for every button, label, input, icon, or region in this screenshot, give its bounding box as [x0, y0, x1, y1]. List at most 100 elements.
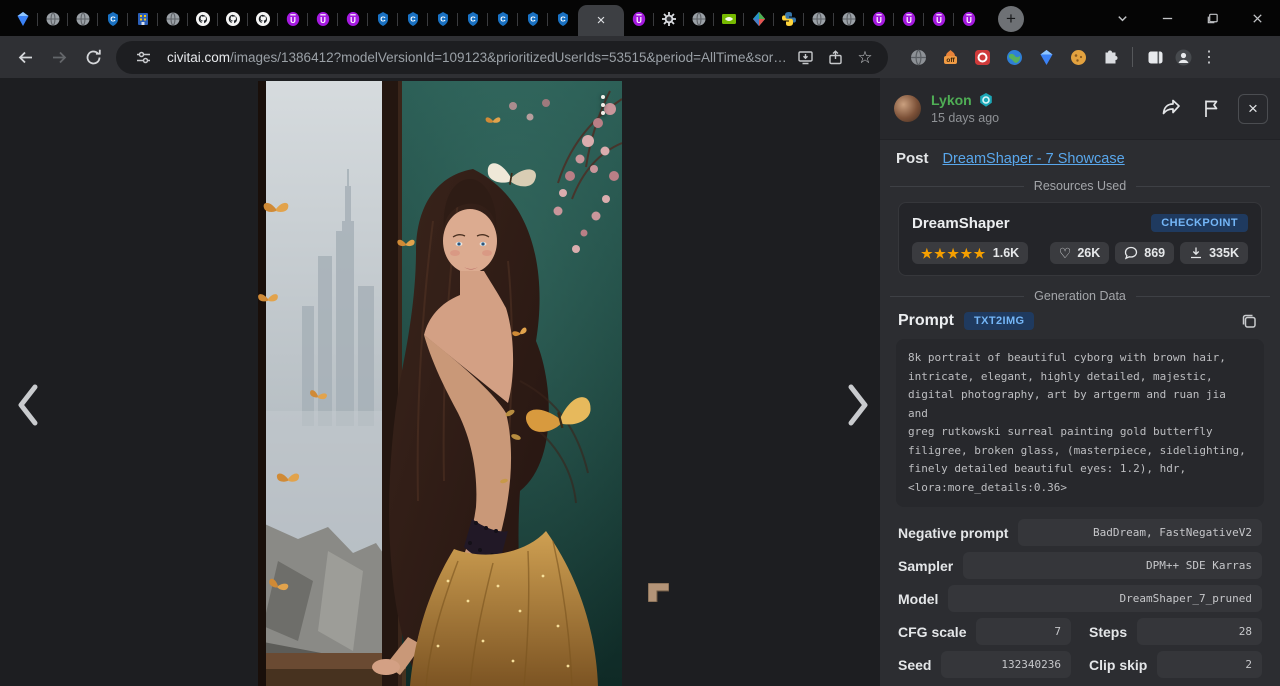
tab-u-purple-icon[interactable]: U: [278, 2, 308, 36]
side-panel-icon[interactable]: [1141, 43, 1169, 71]
gem-extension-icon[interactable]: [1032, 43, 1060, 71]
tab-shield-c-icon[interactable]: C: [548, 2, 578, 36]
negative-prompt-row: Negative prompt BadDream, FastNegativeV2: [898, 519, 1262, 546]
tab-gem-icon[interactable]: [8, 2, 38, 36]
panel-header: Lykon 15 days ago ×: [880, 78, 1280, 140]
address-bar[interactable]: civitai.com/images/1386412?modelVersionI…: [116, 41, 888, 74]
tab-shield-c-icon[interactable]: C: [428, 2, 458, 36]
tab-globe-icon[interactable]: [38, 2, 68, 36]
username-link[interactable]: Lykon: [931, 92, 972, 108]
tab-shield-c-icon[interactable]: C: [368, 2, 398, 36]
site-settings-icon[interactable]: [128, 42, 158, 72]
image-options-kebab-icon[interactable]: [594, 88, 612, 122]
tab-shield-c-icon[interactable]: C: [488, 2, 518, 36]
tab-shield-c-icon[interactable]: C: [98, 2, 128, 36]
generation-section-divider: Generation Data: [880, 289, 1280, 303]
close-panel-button[interactable]: ×: [1238, 94, 1268, 124]
tab-u-purple-icon[interactable]: U: [954, 2, 984, 36]
tab-prism-icon[interactable]: [744, 2, 774, 36]
red-o-extension-icon[interactable]: [968, 43, 996, 71]
svg-text:C: C: [380, 15, 386, 24]
post-timestamp: 15 days ago: [931, 111, 999, 125]
tab-u-purple-icon[interactable]: U: [338, 2, 368, 36]
post-label: Post: [896, 150, 929, 167]
tab-globe-icon[interactable]: [68, 2, 98, 36]
tab-close-icon[interactable]: ×: [597, 13, 606, 28]
toolbar-divider: [1132, 47, 1133, 67]
downloads-count: 335K: [1209, 246, 1239, 260]
tab-nvidia-icon[interactable]: [714, 2, 744, 36]
install-app-icon[interactable]: [790, 42, 820, 72]
tab-python-icon[interactable]: [774, 2, 804, 36]
back-arrow-icon[interactable]: [8, 40, 42, 74]
tab-shield-c-icon[interactable]: C: [458, 2, 488, 36]
tab-u-purple-icon[interactable]: U: [894, 2, 924, 36]
likes-pill[interactable]: ♡ 26K: [1050, 242, 1110, 264]
kebab-menu-icon[interactable]: ⋮: [1197, 47, 1221, 67]
tab-active[interactable]: ×: [578, 5, 624, 36]
tab-shield-c-icon[interactable]: C: [518, 2, 548, 36]
earth-extension-icon[interactable]: [1000, 43, 1028, 71]
tab-globe-icon[interactable]: [804, 2, 834, 36]
copy-icon[interactable]: [1236, 308, 1262, 334]
maximize-icon[interactable]: [1190, 0, 1235, 36]
browser-window: CUUUCCCCCCC×UUUUU + civitai.com/images/1…: [0, 0, 1280, 686]
chevron-right-icon: [843, 383, 873, 427]
tab-gear-icon[interactable]: [654, 2, 684, 36]
tab-u-purple-icon[interactable]: U: [864, 2, 894, 36]
svg-text:U: U: [320, 16, 326, 25]
steps-value: 28: [1137, 618, 1262, 645]
svg-text:U: U: [876, 16, 882, 25]
prompt-label: Prompt: [898, 312, 954, 330]
cookie-extension-icon[interactable]: [1064, 43, 1092, 71]
profile-avatar-icon[interactable]: [1169, 43, 1197, 71]
tab-strip: CUUUCCCCCCC×UUUUU +: [0, 0, 1280, 36]
comments-pill[interactable]: 869: [1115, 242, 1174, 264]
extensions-puzzle-icon[interactable]: [1096, 43, 1124, 71]
close-window-icon[interactable]: [1235, 0, 1280, 36]
forward-arrow-icon[interactable]: [42, 40, 76, 74]
svg-text:off: off: [946, 57, 955, 64]
post-link[interactable]: DreamShaper - 7 Showcase: [943, 151, 1125, 167]
tab-github-icon[interactable]: [218, 2, 248, 36]
rating-pill[interactable]: ★★★★★ 1.6K: [912, 242, 1028, 264]
verified-badge-icon: [978, 92, 994, 108]
tab-u-purple-icon[interactable]: U: [924, 2, 954, 36]
prompt-header: Prompt TXT2IMG: [880, 305, 1280, 339]
artwork-image[interactable]: [258, 81, 622, 686]
globe-extension-icon[interactable]: [904, 43, 932, 71]
tab-globe-icon[interactable]: [834, 2, 864, 36]
share-page-icon[interactable]: [820, 42, 850, 72]
sampler-row: Sampler DPM++ SDE Karras: [898, 552, 1262, 579]
next-image-button[interactable]: [836, 378, 880, 432]
clip-skip-value: 2: [1157, 651, 1262, 678]
heart-icon: ♡: [1059, 246, 1072, 260]
tab-building-icon[interactable]: [128, 2, 158, 36]
flag-icon[interactable]: [1194, 92, 1228, 126]
tab-u-purple-icon[interactable]: U: [624, 2, 654, 36]
tab-globe-icon[interactable]: [684, 2, 714, 36]
tab-search-chevron-icon[interactable]: [1100, 0, 1145, 36]
off-toggle-extension-icon[interactable]: off: [936, 43, 964, 71]
share-icon[interactable]: [1154, 92, 1188, 126]
user-avatar[interactable]: [894, 95, 921, 122]
seed-clipskip-row: Seed 132340236 Clip skip 2: [898, 651, 1262, 678]
resource-card[interactable]: DreamShaper CHECKPOINT ★★★★★ 1.6K ♡ 26K: [898, 202, 1262, 276]
tab-github-icon[interactable]: [248, 2, 278, 36]
svg-text:C: C: [560, 15, 566, 24]
tab-github-icon[interactable]: [188, 2, 218, 36]
tab-u-purple-icon[interactable]: U: [308, 2, 338, 36]
resource-name: DreamShaper: [912, 215, 1010, 232]
reload-icon[interactable]: [76, 40, 110, 74]
comment-icon: [1124, 246, 1138, 260]
previous-image-button[interactable]: [6, 378, 50, 432]
tab-shield-c-icon[interactable]: C: [398, 2, 428, 36]
sampler-value: DPM++ SDE Karras: [963, 552, 1262, 579]
clip-skip-label: Clip skip: [1089, 657, 1147, 673]
tab-globe-icon[interactable]: [158, 2, 188, 36]
new-tab-button[interactable]: +: [998, 6, 1024, 32]
minimize-icon[interactable]: [1145, 0, 1190, 36]
bookmark-star-icon[interactable]: ☆: [850, 42, 880, 72]
downloads-pill[interactable]: 335K: [1180, 242, 1248, 264]
model-label: Model: [898, 591, 938, 607]
